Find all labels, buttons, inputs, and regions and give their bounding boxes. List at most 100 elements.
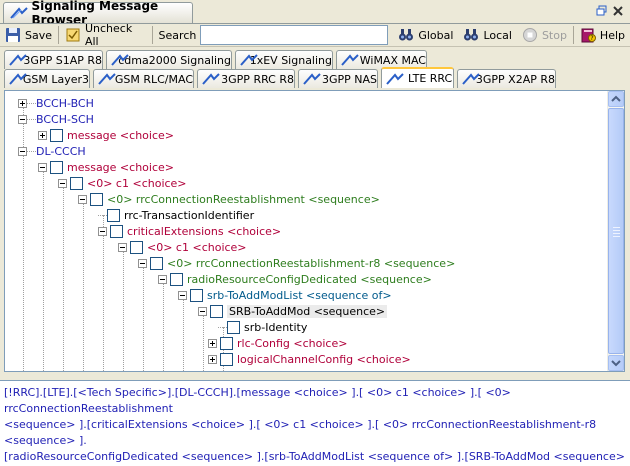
- vertical-scrollbar[interactable]: [607, 91, 624, 371]
- tree-node[interactable]: <0> c1 <choice>: [118, 239, 247, 255]
- collapse-icon[interactable]: [58, 178, 67, 188]
- scroll-down-button[interactable]: [608, 355, 624, 371]
- tree-checkbox[interactable]: [50, 160, 63, 174]
- tree-node-label: srb-Identity: [244, 320, 308, 334]
- chevron-up-icon: [611, 95, 621, 102]
- signaling-icon: [202, 73, 220, 85]
- tree-checkbox[interactable]: [210, 304, 223, 318]
- tree-node-label: message <choice>: [67, 128, 174, 142]
- signaling-icon: [386, 72, 404, 85]
- title-bar: Signaling Message Browser: [0, 0, 630, 27]
- tree-checkbox[interactable]: [150, 256, 163, 270]
- tab-label: WiMAX MAC: [359, 53, 426, 67]
- collapse-icon[interactable]: [78, 194, 87, 204]
- tab-3gpp-nas[interactable]: 3GPP NAS: [298, 69, 378, 88]
- tree-node[interactable]: srb-ToAddModList <sequence of>: [178, 287, 392, 303]
- save-label: Save: [25, 28, 53, 42]
- tree-node[interactable]: BCCH-SCH: [18, 111, 94, 127]
- tree-node[interactable]: DL-CCCH: [18, 143, 86, 159]
- tab-cdma2000-signaling[interactable]: cdma2000 Signaling: [106, 50, 232, 69]
- tab-lte-rrc[interactable]: LTE RRC: [381, 67, 454, 88]
- binoculars-icon: [398, 27, 414, 43]
- tree-node[interactable]: srb-Identity: [218, 319, 307, 335]
- collapse-icon[interactable]: [38, 162, 47, 172]
- signaling-icon: [462, 73, 480, 85]
- tree-node[interactable]: <0> rrcConnectionReestablishment <sequen…: [78, 191, 380, 207]
- tree-node-label: <0> rrcConnectionReestablishment <sequen…: [107, 192, 380, 206]
- expand-icon[interactable]: [208, 338, 217, 348]
- tree-node[interactable]: message <choice>: [38, 127, 174, 143]
- tree-checkbox[interactable]: [70, 176, 83, 190]
- tab-3gpp-rrc-r8[interactable]: 3GPP RRC R8: [197, 69, 295, 88]
- tree-node-label: rlc-Config <choice>: [237, 336, 348, 350]
- save-button[interactable]: Save: [0, 25, 57, 46]
- tree-node-label: srb-ToAddModList <sequence of>: [207, 288, 392, 302]
- tree-node-label: DL-CCCH: [36, 144, 86, 158]
- tree-node-label: criticalExtensions <choice>: [127, 224, 282, 238]
- tree-node-label: radioResourceConfigDedicated <sequence>: [187, 272, 432, 286]
- tab-gsm-layer3[interactable]: GSM Layer3: [4, 69, 90, 88]
- scroll-thumb[interactable]: [608, 108, 624, 354]
- expand-icon[interactable]: [18, 98, 27, 108]
- tree-checkbox[interactable]: [227, 320, 240, 334]
- stop-button[interactable]: Stop: [517, 25, 572, 46]
- global-search-button[interactable]: Global: [393, 25, 458, 46]
- tree-checkbox[interactable]: [130, 240, 143, 254]
- uncheck-icon: [65, 27, 81, 43]
- collapse-icon[interactable]: [178, 290, 187, 300]
- tab-3gpp-x2ap-r8[interactable]: 3GPP X2AP R8: [457, 69, 556, 88]
- tree-checkbox[interactable]: [110, 224, 123, 238]
- close-icon[interactable]: [612, 5, 624, 17]
- collapse-icon[interactable]: [198, 306, 207, 316]
- tree-node-selected[interactable]: SRB-ToAddMod <sequence>: [198, 303, 388, 319]
- collapse-icon[interactable]: [98, 226, 107, 236]
- stop-label: Stop: [541, 28, 567, 42]
- help-button[interactable]: ? Help: [575, 25, 630, 46]
- scroll-up-button[interactable]: [608, 91, 624, 107]
- tree-node[interactable]: <0> rrcConnectionReestablishment-r8 <seq…: [138, 255, 455, 271]
- tree-node-label: <0> c1 <choice>: [87, 176, 187, 190]
- tree-node[interactable]: rlc-Config <choice>: [208, 335, 347, 351]
- collapse-icon[interactable]: [138, 258, 147, 268]
- search-input[interactable]: [200, 25, 389, 45]
- tree-node[interactable]: logicalChannelConfig <choice>: [208, 351, 411, 367]
- tree-checkbox[interactable]: [220, 336, 233, 350]
- svg-text:?: ?: [590, 35, 593, 42]
- tab-3gpp-s1ap-r8[interactable]: 3GPP S1AP R8: [4, 50, 103, 69]
- floppy-disk-icon: [5, 27, 21, 43]
- tree-checkbox[interactable]: [90, 192, 103, 206]
- collapse-icon[interactable]: [18, 114, 27, 124]
- tree-node[interactable]: <0> c1 <choice>: [58, 175, 187, 191]
- path-line: [radioResourceConfigDedicated <sequence>…: [4, 450, 625, 463]
- tree-node-label: <0> rrcConnectionReestablishment-r8 <seq…: [167, 256, 456, 270]
- collapse-icon[interactable]: [118, 242, 127, 252]
- message-tree[interactable]: BCCH-BCH BCCH-SCH message <choice> DL-CC…: [4, 90, 625, 372]
- uncheck-all-button[interactable]: Uncheck All: [60, 22, 151, 48]
- tree-checkbox[interactable]: [220, 352, 233, 366]
- tree-node[interactable]: message <choice>: [38, 159, 174, 175]
- restore-icon[interactable]: [596, 5, 608, 17]
- tab-1xev-signaling[interactable]: 1xEV Signaling: [235, 50, 333, 69]
- tree-node[interactable]: criticalExtensions <choice>: [98, 223, 281, 239]
- expand-icon[interactable]: [208, 354, 217, 364]
- tree-checkbox[interactable]: [190, 288, 203, 302]
- collapse-icon[interactable]: [18, 146, 27, 156]
- signaling-icon: [240, 54, 258, 66]
- binoculars-icon: [463, 27, 479, 43]
- tab-gsm-rlc-mac[interactable]: GSM RLC/MAC: [93, 69, 194, 88]
- tree-node[interactable]: radioResourceConfigDedicated <sequence>: [158, 271, 432, 287]
- tree-checkbox[interactable]: [107, 208, 120, 222]
- tab-row-2: GSM Layer3 GSM RLC/MAC 3GPP RRC R8 3GPP …: [0, 67, 630, 89]
- local-search-button[interactable]: Local: [458, 25, 517, 46]
- tree-node-label: BCCH-SCH: [36, 112, 94, 126]
- tree-node[interactable]: rrc-TransactionIdentifier: [98, 207, 254, 223]
- stop-icon: [522, 27, 538, 43]
- tree-checkbox[interactable]: [170, 272, 183, 286]
- expand-icon[interactable]: [38, 130, 47, 140]
- collapse-icon[interactable]: [158, 274, 167, 284]
- tree-node[interactable]: BCCH-BCH: [18, 95, 94, 111]
- tree-checkbox[interactable]: [50, 128, 63, 142]
- path-line: [!RRC].[LTE].[<Tech Specific>].[DL-CCCH]…: [4, 386, 511, 415]
- signaling-icon: [303, 73, 321, 85]
- signaling-icon: [9, 73, 27, 85]
